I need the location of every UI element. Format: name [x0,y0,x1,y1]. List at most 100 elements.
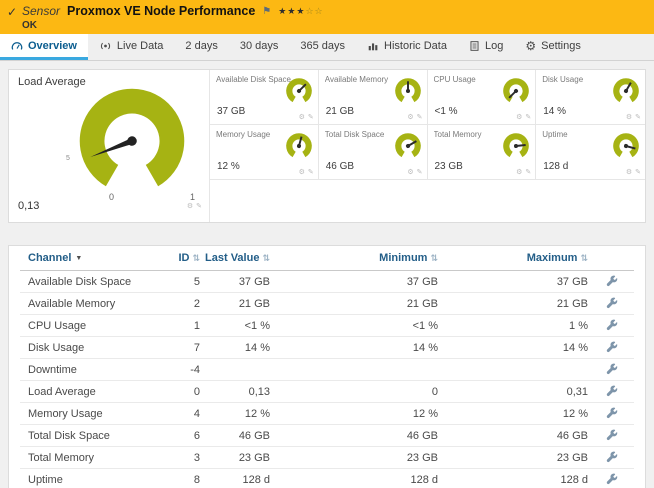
sort-icon: ⇅ [580,253,588,263]
pin-icon[interactable]: ✎ [196,202,202,210]
table-row[interactable]: Memory Usage 4 12 % 12 % 12 % [20,403,634,425]
gear-icon: ⚙ [525,40,536,52]
channel-minimum: <1 % [274,320,442,332]
col-header-channel[interactable]: Channel▼ [20,252,168,264]
channel-maximum: 23 GB [442,452,592,464]
channel-settings-wrench-icon[interactable] [606,385,619,398]
gauge-cell-available-disk-space[interactable]: Available Disk Space 37 GB ⚙✎ [210,70,319,125]
tab-settings[interactable]: ⚙ Settings [514,34,592,60]
sort-icon: ⇅ [430,253,438,263]
table-row[interactable]: Disk Usage 7 14 % 14 % 14 % [20,337,634,359]
tab-2-days[interactable]: 2 days [174,34,228,60]
channel-name: Downtime [20,364,168,376]
channel-last-value: 14 % [204,342,274,354]
tab-365-days[interactable]: 365 days [289,34,356,60]
tab-30-days[interactable]: 30 days [229,34,290,60]
table-row[interactable]: CPU Usage 1 <1 % <1 % 1 % [20,315,634,337]
tab-overview[interactable]: Overview [0,34,88,60]
channel-settings-wrench-icon[interactable] [606,473,619,486]
channel-settings-wrench-icon[interactable] [606,319,619,332]
tab-label: Live Data [117,40,163,52]
channel-settings-wrench-icon[interactable] [606,363,619,376]
gauge-value: 23 GB [435,161,463,172]
load-average-gauge-cell[interactable]: Load Average 5 0 1 0,13 ⚙✎ [9,70,210,222]
channel-name: CPU Usage [20,320,168,332]
table-row[interactable]: Downtime -4 [20,359,634,381]
channel-settings-wrench-icon[interactable] [606,407,619,420]
channel-maximum: 46 GB [442,430,592,442]
table-row[interactable]: Available Memory 2 21 GB 21 GB 21 GB [20,293,634,315]
gauge-cell-cpu-usage[interactable]: CPU Usage <1 % ⚙✎ [428,70,537,125]
col-header-id[interactable]: ID⇅ [168,252,204,264]
channel-settings-wrench-icon[interactable] [606,297,619,310]
ok-check-icon: ✓ [7,5,17,19]
gauge-cell-disk-usage[interactable]: Disk Usage 14 % ⚙✎ [536,70,645,125]
gear-icon[interactable]: ⚙ [516,168,522,176]
channel-settings-wrench-icon[interactable] [606,451,619,464]
sort-icon: ⇅ [262,253,270,263]
col-header-minimum[interactable]: Minimum⇅ [274,252,442,264]
gauge-cell-total-disk-space[interactable]: Total Disk Space 46 GB ⚙✎ [319,125,428,180]
pin-icon[interactable]: ✎ [308,113,314,121]
channel-maximum: 1 % [442,320,592,332]
col-header-maximum[interactable]: Maximum⇅ [442,252,592,264]
gauges-panel: Load Average 5 0 1 0,13 ⚙✎ Available Dis… [8,69,646,223]
gauge-cell-uptime[interactable]: Uptime 128 d ⚙✎ [536,125,645,180]
channel-id: -4 [168,364,204,376]
gear-icon[interactable]: ⚙ [516,113,522,121]
sensor-header: ✓ Sensor Proxmox VE Node Performance ⚑ ★… [0,0,654,34]
channel-last-value: 0,13 [204,386,274,398]
stars-filled: ★★★ [278,6,305,16]
table-row[interactable]: Uptime 8 128 d 128 d 128 d [20,469,634,488]
channel-minimum: 23 GB [274,452,442,464]
gear-icon[interactable]: ⚙ [626,168,632,176]
pin-icon[interactable]: ✎ [308,168,314,176]
channel-id: 0 [168,386,204,398]
table-row[interactable]: Available Disk Space 5 37 GB 37 GB 37 GB [20,271,634,293]
load-average-gauge [75,84,189,198]
channel-settings-wrench-icon[interactable] [606,429,619,442]
gauge-cell-memory-usage[interactable]: Memory Usage 12 % ⚙✎ [210,125,319,180]
channel-name: Disk Usage [20,342,168,354]
channel-name: Uptime [20,474,168,486]
channel-settings-wrench-icon[interactable] [606,341,619,354]
tab-log[interactable]: Log [458,34,514,60]
table-row[interactable]: Total Memory 3 23 GB 23 GB 23 GB [20,447,634,469]
gauge-cell-total-memory[interactable]: Total Memory 23 GB ⚙✎ [428,125,537,180]
channel-maximum: 12 % [442,408,592,420]
tab-live-data[interactable]: Live Data [88,34,174,60]
status-badge: OK [22,20,37,31]
gear-icon[interactable]: ⚙ [187,202,193,210]
tab-label: 30 days [240,40,279,52]
pin-icon[interactable]: ✎ [525,168,531,176]
tab-label: Settings [541,40,581,52]
pin-icon[interactable]: ✎ [417,113,423,121]
channel-id: 4 [168,408,204,420]
historic-data-icon [367,40,379,52]
pin-icon[interactable]: ✎ [635,113,641,121]
tab-historic-data[interactable]: Historic Data [356,34,458,60]
channel-minimum: 46 GB [274,430,442,442]
channel-settings-wrench-icon[interactable] [606,275,619,288]
gauge-value: 37 GB [217,106,245,117]
gear-icon[interactable]: ⚙ [626,113,632,121]
gear-icon[interactable]: ⚙ [299,168,305,176]
gear-icon[interactable]: ⚙ [407,168,413,176]
priority-stars[interactable]: ★★★☆☆ [278,6,323,17]
channel-maximum: 128 d [442,474,592,486]
gauge-value: <1 % [435,106,458,117]
gauge-cell-available-memory[interactable]: Available Memory 21 GB ⚙✎ [319,70,428,125]
pin-icon[interactable]: ✎ [525,113,531,121]
gauge-value: 46 GB [326,161,354,172]
flag-icon[interactable]: ⚑ [262,6,271,17]
col-header-last-value[interactable]: Last Value⇅ [204,252,274,264]
channel-id: 1 [168,320,204,332]
channel-minimum: 12 % [274,408,442,420]
pin-icon[interactable]: ✎ [635,168,641,176]
gear-icon[interactable]: ⚙ [299,113,305,121]
pin-icon[interactable]: ✎ [417,168,423,176]
table-row[interactable]: Load Average 0 0,13 0 0,31 [20,381,634,403]
table-row[interactable]: Total Disk Space 6 46 GB 46 GB 46 GB [20,425,634,447]
channel-id: 3 [168,452,204,464]
gear-icon[interactable]: ⚙ [407,113,413,121]
